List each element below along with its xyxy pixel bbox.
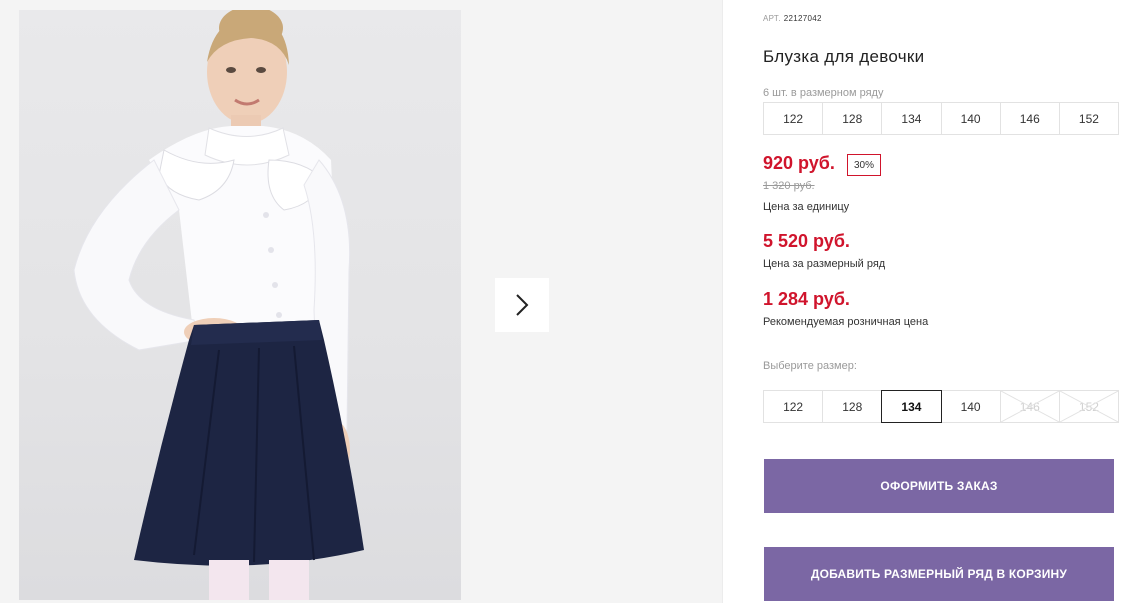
size-grid-cell: 152: [1058, 102, 1120, 135]
size-option-unavailable[interactable]: 146: [999, 390, 1060, 423]
unit-price: 920 руб.: [763, 153, 835, 173]
size-grid-cell: 128: [822, 102, 883, 135]
product-title: Блузка для девочки: [763, 47, 925, 66]
size-selector: 122 128 134 140 146 152: [763, 390, 1120, 423]
size-option[interactable]: 122: [763, 390, 824, 423]
size-grid-cell: 146: [999, 102, 1060, 135]
checkout-button[interactable]: ОФОРМИТЬ ЗАКАЗ: [764, 459, 1114, 513]
size-grid-cell: 122: [763, 102, 824, 135]
unavailable-cross-icon: [1059, 391, 1119, 422]
size-select-label: Выберите размер:: [763, 360, 857, 372]
article-label: АРТ.: [763, 14, 781, 23]
size-option-unavailable[interactable]: 152: [1058, 390, 1120, 423]
retail-price-caption: Рекомендуемая розничная цена: [763, 316, 929, 328]
discount-badge: 30%: [847, 154, 881, 176]
retail-price: 1 284 руб.: [763, 289, 850, 309]
size-grid-cell: 134: [881, 102, 942, 135]
size-grid-cell: 140: [940, 102, 1001, 135]
unavailable-cross-icon: [1000, 391, 1059, 422]
chevron-right-icon: [516, 294, 529, 316]
product-photo-illustration: [73, 10, 364, 600]
size-grid-table: 122 128 134 140 146 152: [763, 102, 1120, 135]
size-option[interactable]: 140: [940, 390, 1001, 423]
size-option[interactable]: 128: [822, 390, 883, 423]
size-option-selected[interactable]: 134: [881, 390, 942, 423]
product-photo: [19, 10, 461, 600]
product-gallery: [0, 0, 722, 603]
old-price: 1 320 руб.: [763, 180, 815, 192]
unit-price-caption: Цена за единицу: [763, 201, 850, 213]
size-row-price: 5 520 руб.: [763, 231, 850, 251]
gallery-next-button[interactable]: [495, 278, 549, 332]
add-size-row-to-cart-button[interactable]: ДОБАВИТЬ РАЗМЕРНЫЙ РЯД В КОРЗИНУ: [764, 547, 1114, 601]
size-grid-label: 6 шт. в размерном ряду: [763, 87, 884, 99]
size-row-price-caption: Цена за размерный ряд: [763, 258, 886, 270]
article-number: АРТ. 22127042: [763, 14, 822, 23]
article-value: 22127042: [783, 14, 822, 23]
panel-divider: [722, 0, 723, 603]
